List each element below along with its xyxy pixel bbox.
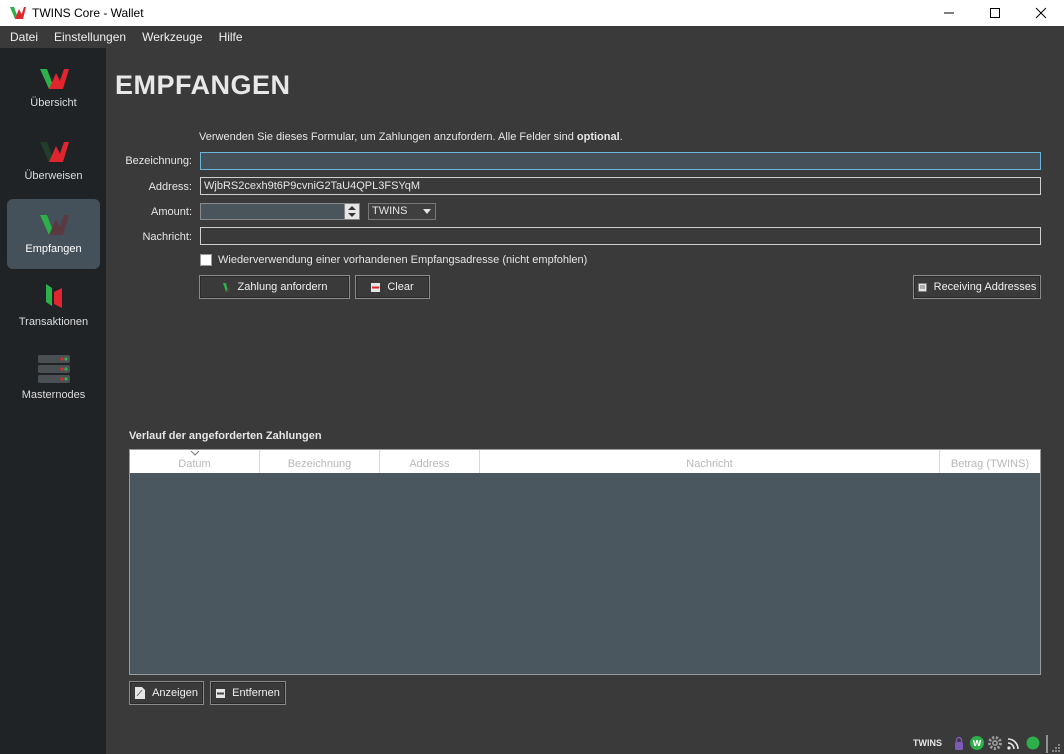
gear-icon[interactable] (987, 735, 1003, 751)
title-bar: TWINS Core - Wallet (0, 0, 1064, 26)
message-input[interactable] (200, 227, 1041, 245)
history-title: Verlauf der angeforderten Zahlungen (129, 430, 322, 442)
receive-icon (39, 215, 69, 235)
column-header-label: Nachricht (686, 458, 733, 470)
svg-text:W: W (973, 739, 982, 748)
message-field-label: Nachricht: (142, 231, 192, 243)
maximize-button[interactable] (972, 0, 1018, 26)
maximize-icon (990, 8, 1000, 18)
remove-icon (216, 688, 226, 698)
receiving-addresses-label: Receiving Addresses (933, 281, 1037, 293)
column-header-label: Betrag (TWINS) (950, 458, 1030, 470)
sidebar-item-receive[interactable]: Empfangen (7, 199, 100, 269)
close-icon (1035, 7, 1047, 19)
reuse-address-row[interactable]: Wiederverwendung einer vorhandenen Empfa… (200, 254, 587, 266)
page-title: EMPFANGEN (115, 70, 291, 100)
column-header-message[interactable]: Nachricht (480, 450, 940, 473)
lock-icon[interactable] (951, 735, 967, 751)
menu-datei[interactable]: Datei (4, 30, 44, 44)
sync-status-icon[interactable] (1025, 735, 1041, 751)
show-button[interactable]: Anzeigen (129, 681, 204, 705)
resize-grip-icon[interactable] (1046, 735, 1062, 753)
reuse-address-checkbox[interactable] (200, 254, 212, 266)
column-header-label: Datum (178, 458, 211, 470)
column-header-date[interactable]: Datum (130, 450, 260, 473)
clear-icon (371, 282, 381, 292)
status-bar-sidebar-fill (0, 734, 106, 754)
sidebar-item-label: Überweisen (24, 170, 83, 182)
twins-logo-icon (39, 69, 69, 89)
request-payment-button[interactable]: Zahlung anfordern (199, 275, 350, 299)
staking-icon[interactable]: W (969, 735, 985, 751)
column-header-amount[interactable]: Betrag (TWINS) (940, 450, 1040, 473)
sidebar-item-masternodes[interactable]: Masternodes (7, 345, 100, 415)
form-hint-bold: optional (576, 131, 620, 143)
table-header: Datum Bezeichnung Address Nachricht Betr… (130, 450, 1040, 473)
main-panel: EMPFANGEN Verwenden Sie dieses Formular,… (106, 48, 1064, 734)
chevron-down-icon (423, 209, 431, 214)
clear-label: Clear (387, 281, 414, 293)
form-hint-suffix: . (619, 131, 623, 143)
sidebar-item-label: Masternodes (21, 389, 86, 401)
address-field-label: Address: (148, 181, 192, 193)
amount-spinner[interactable] (344, 203, 360, 220)
column-header-label: Bezeichnung (287, 458, 352, 470)
app-logo-icon (10, 7, 26, 19)
amount-field-label: Amount: (151, 206, 192, 218)
menu-hilfe[interactable]: Hilfe (213, 30, 249, 44)
spin-up-icon[interactable] (348, 206, 356, 210)
sidebar-item-send[interactable]: Überweisen (7, 126, 100, 196)
sort-descending-icon (190, 451, 199, 456)
menu-werkzeuge[interactable]: Werkzeuge (136, 30, 208, 44)
menu-einstellungen[interactable]: Einstellungen (48, 30, 132, 44)
minimize-icon (944, 12, 954, 14)
sidebar-item-transactions[interactable]: Transaktionen (7, 272, 100, 342)
clear-button[interactable]: Clear (355, 275, 430, 299)
label-input[interactable] (200, 152, 1041, 170)
column-header-address[interactable]: Address (380, 450, 480, 473)
sidebar: Übersicht Überweisen Empfangen Transakti… (0, 48, 106, 734)
column-header-label: Address (409, 458, 450, 470)
sidebar-item-label: Transaktionen (18, 316, 89, 328)
sidebar-item-overview[interactable]: Übersicht (7, 53, 100, 123)
column-header-label-col[interactable]: Bezeichnung (260, 450, 380, 473)
document-icon (135, 687, 146, 699)
transactions-icon (45, 284, 62, 308)
request-payment-label: Zahlung anfordern (237, 281, 328, 293)
status-bar: TWINS W (0, 734, 1064, 754)
spin-down-icon[interactable] (348, 213, 356, 217)
unit-select[interactable]: TWINS (368, 203, 436, 220)
amount-input[interactable] (200, 203, 346, 220)
label-field-label: Bezeichnung: (125, 155, 192, 167)
remove-button[interactable]: Entfernen (210, 681, 286, 705)
unit-select-value: TWINS (372, 205, 408, 217)
sidebar-item-label: Empfangen (25, 243, 82, 255)
remove-label: Entfernen (232, 687, 280, 699)
request-history-table[interactable]: Datum Bezeichnung Address Nachricht Betr… (129, 449, 1041, 675)
menu-bar: Datei Einstellungen Werkzeuge Hilfe (0, 26, 1064, 48)
masternodes-icon (37, 355, 70, 383)
form-hint-text: Verwenden Sie dieses Formular, um Zahlun… (199, 131, 577, 143)
address-input[interactable]: WjbRS2cexh9t6P9cvniG2TaU4QPL3FSYqM (200, 177, 1041, 195)
reuse-address-label: Wiederverwendung einer vorhandenen Empfa… (218, 254, 588, 266)
form-hint: Verwenden Sie dieses Formular, um Zahlun… (199, 131, 623, 143)
window-title: TWINS Core - Wallet (32, 6, 144, 20)
show-label: Anzeigen (152, 687, 198, 699)
send-icon (39, 142, 69, 162)
address-book-icon (917, 282, 927, 292)
close-button[interactable] (1018, 0, 1064, 26)
network-icon[interactable] (1006, 735, 1022, 751)
display-unit-label[interactable]: TWINS (913, 738, 942, 748)
minimize-button[interactable] (926, 0, 972, 26)
receiving-addresses-button[interactable]: Receiving Addresses (913, 275, 1041, 299)
sidebar-item-label: Übersicht (30, 97, 77, 109)
receive-icon (222, 282, 230, 292)
